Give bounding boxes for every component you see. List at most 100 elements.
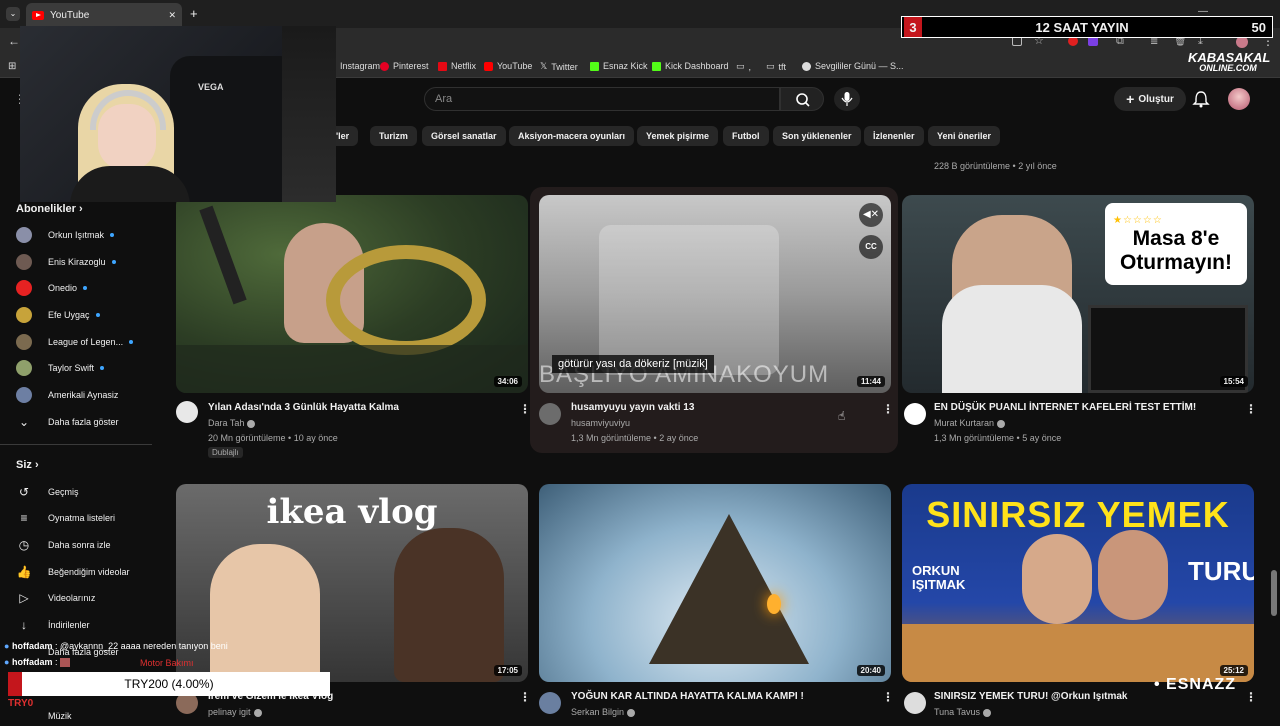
page-scrollbar[interactable] [1271,570,1277,616]
sidebar-item-oynatma-listeleri[interactable]: ≡ Oynatma listeleri [16,508,115,528]
bookmark-instagram[interactable]: Instagram [340,61,380,71]
tab-youtube[interactable]: YouTube ✕ [26,3,182,27]
apps-grid-icon[interactable]: ⊞ [8,61,16,72]
bookmark-label: Esnaz Kick [603,61,648,71]
video-thumbnail-5[interactable]: 20:40 [539,484,891,682]
chip-izlenenler[interactable]: İzlenenler [864,126,924,146]
sidebar-item-gecmis[interactable]: ↺ Geçmiş [16,482,79,502]
new-tab-button[interactable]: + [190,6,198,21]
bookmark-netflix[interactable]: Netflix [438,61,476,71]
like-icon: 👍 [16,565,32,579]
bookmark-folder[interactable]: ▭, [736,61,751,72]
sidebar-item-begendigim-videolar[interactable]: 👍 Beğendiğim videolar [16,562,130,582]
thumb-title-text: SINIRSIZ YEMEK [926,494,1230,535]
channel-avatar[interactable] [539,692,561,714]
notifications-bell-icon[interactable] [1192,90,1210,108]
voice-search-button[interactable] [834,87,860,111]
bookmark-pinterest[interactable]: Pinterest [380,61,429,71]
chair-brand-text: VEGA [198,82,224,92]
sidebar-item-label: Geçmiş [48,487,79,497]
bookmark-youtube[interactable]: YouTube [484,61,532,71]
search-button[interactable] [780,87,824,111]
verified-icon [627,708,636,717]
sidebar-item-muzik[interactable]: Müzik [48,706,72,726]
video-menu-icon[interactable]: ⋮ [1245,690,1257,704]
subscriptions-heading[interactable]: Abonelikler › [16,203,83,215]
sponsor-logo-line-2: ONLINE.COM [1199,63,1257,73]
sidebar-item-indirilenler[interactable]: ↓ İndirilenler [16,615,90,635]
you-heading-label: Siz [16,459,32,471]
back-icon[interactable]: ← [8,34,20,48]
chip-turizm[interactable]: Turizm [370,126,417,146]
sidebar-item-videolariniz[interactable]: ▷ Videolarınız [16,588,95,608]
chip-aksiyon-macera[interactable]: Aksiyon-macera oyunları [509,126,635,146]
you-heading[interactable]: Siz › [16,459,39,471]
video-title[interactable]: husamyuyu yayın vakti 13 [571,402,694,413]
bookmark-tft[interactable]: ▭ tft [766,61,786,72]
caption-text: götürür yası da dökeriz [müzik] [552,355,714,373]
bookmark-kick-dashboard[interactable]: Kick Dashboard [652,61,729,71]
video-channel[interactable]: Tuna Tavus [934,707,992,717]
video-title[interactable]: EN DÜŞÜK PUANLI İNTERNET KAFELERİ TEST E… [934,402,1196,413]
video-channel[interactable]: Serkan Bilgin [571,707,636,717]
chat-username: hoffadam [11,641,53,651]
video-thumbnail-4[interactable]: ikea vlog 17:05 [176,484,528,682]
sidebar-item-onedio[interactable]: Onedio [16,278,88,298]
chip-gorsel-sanatlar[interactable]: Görsel sanatlar [422,126,506,146]
video-title[interactable]: YOĞUN KAR ALTINDA HAYATTA KALMA KAMPI ! [571,691,804,702]
search-input[interactable]: Ara [424,87,780,111]
thumb-caption-card: Masa 8'e Oturmayın! ★☆☆☆☆ [1105,203,1247,285]
video-duration: 20:40 [856,665,885,676]
goal-number: 3 [904,17,922,37]
video-title[interactable]: SINIRSIZ YEMEK TURU! @Orkun Işıtmak [934,691,1128,702]
sidebar-item-efe-uygac[interactable]: Efe Uygaç [16,305,100,325]
subscriptions-heading-label: Abonelikler [16,203,76,215]
chip-yemek-pisirme[interactable]: Yemek pişirme [637,126,719,146]
channel-avatar[interactable] [176,401,198,423]
video-channel[interactable]: pelinay igit [208,707,262,717]
video-channel[interactable]: Dara Tah [208,418,256,428]
sidebar-item-amerikali-aynasiz[interactable]: Amerikali Aynasiz [16,385,118,405]
sidebar-item-orkun-isitmak[interactable]: Orkun Işıtmak [16,225,115,245]
goal-title: 12 SAAT YAYIN [1035,19,1129,35]
bookmark-label: tft [778,61,787,72]
tab-close-icon[interactable]: ✕ [168,10,176,21]
chat-username: hoffadam [11,657,53,667]
sidebar-item-label: Efe Uygaç [48,310,90,320]
youtube-icon [484,61,493,71]
video-thumbnail-1[interactable]: 34:06 [176,195,528,393]
bookmark-sevgililer[interactable]: Sevgililer Günü — S... [802,61,904,71]
video-menu-icon[interactable]: ⋮ [882,402,894,416]
account-avatar[interactable] [1228,88,1250,110]
video-thumbnail-2[interactable]: BAŞLIYO AMINAKOYUM götürür yası da döker… [539,195,891,393]
folder-icon: ▭ [766,61,775,71]
sidebar-show-more[interactable]: ⌄ Daha fazla göster [16,412,119,432]
chip-futbol[interactable]: Futbol [723,126,769,146]
video-thumbnail-3[interactable]: Masa 8'e Oturmayın! ★☆☆☆☆ 8 15:54 [902,195,1254,393]
bookmark-label: Netflix [451,61,477,71]
partial-video-meta: 228 B görüntüleme • 2 yıl önce [934,161,1057,171]
video-channel[interactable]: husamviyuviyu [571,418,630,428]
video-menu-icon[interactable]: ⋮ [1245,402,1257,416]
sidebar-item-league-of-legends[interactable]: League of Legen... [16,332,134,352]
sidebar-item-enis-kirazoglu[interactable]: Enis Kirazoglu [16,252,116,272]
video-thumbnail-6[interactable]: SINIRSIZ YEMEK ORKUN IŞITMAK TURU! 25:12 [902,484,1254,682]
channel-avatar[interactable] [904,403,926,425]
mute-icon[interactable]: ◀✕ [859,203,883,227]
sidebar-item-daha-sonra-izle[interactable]: ◷ Daha sonra izle [16,535,111,555]
chip-yeni-oneriler[interactable]: Yeni öneriler [928,126,1001,146]
captions-icon[interactable]: CC [859,235,883,259]
tab-list-button[interactable]: ⌄ [6,7,20,21]
channel-avatar[interactable] [904,692,926,714]
bookmark-esnaz-kick[interactable]: Esnaz Kick [590,61,648,71]
thumb-tent [649,514,809,664]
video-menu-icon[interactable]: ⋮ [519,690,531,704]
create-button[interactable]: + Oluştur [1114,87,1186,111]
sidebar-item-taylor-swift[interactable]: Taylor Swift [16,358,105,378]
channel-avatar[interactable] [539,403,561,425]
video-menu-icon[interactable]: ⋮ [882,690,894,704]
chip-son-yuklenenler[interactable]: Son yüklenenler [773,126,861,146]
video-title[interactable]: Yılan Adası'nda 3 Günlük Hayatta Kalma [208,402,399,413]
bookmark-twitter[interactable]: 𝕏 Twitter [540,61,578,72]
video-channel[interactable]: Murat Kurtaran [934,418,1006,428]
